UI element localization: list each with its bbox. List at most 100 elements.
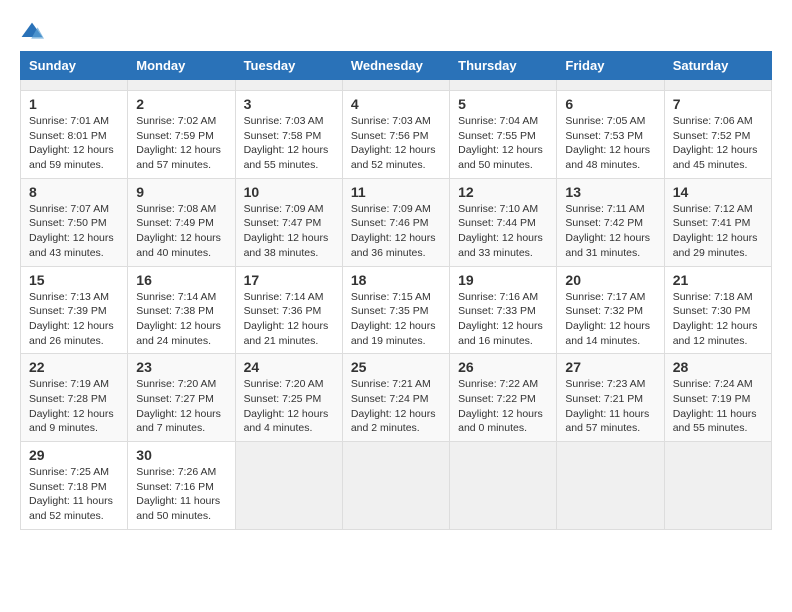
day-info: Sunrise: 7:18 AM Sunset: 7:30 PM Dayligh… xyxy=(673,290,763,349)
weekday-header-row: SundayMondayTuesdayWednesdayThursdayFrid… xyxy=(21,52,772,80)
day-number: 23 xyxy=(136,359,226,375)
calendar-cell: 28 Sunrise: 7:24 AM Sunset: 7:19 PM Dayl… xyxy=(664,354,771,442)
weekday-header-saturday: Saturday xyxy=(664,52,771,80)
logo-icon xyxy=(20,21,44,41)
calendar-cell: 16 Sunrise: 7:14 AM Sunset: 7:38 PM Dayl… xyxy=(128,266,235,354)
calendar-cell: 22 Sunrise: 7:19 AM Sunset: 7:28 PM Dayl… xyxy=(21,354,128,442)
calendar-cell: 23 Sunrise: 7:20 AM Sunset: 7:27 PM Dayl… xyxy=(128,354,235,442)
day-info: Sunrise: 7:14 AM Sunset: 7:38 PM Dayligh… xyxy=(136,290,226,349)
weekday-header-tuesday: Tuesday xyxy=(235,52,342,80)
calendar-cell: 13 Sunrise: 7:11 AM Sunset: 7:42 PM Dayl… xyxy=(557,178,664,266)
day-info: Sunrise: 7:17 AM Sunset: 7:32 PM Dayligh… xyxy=(565,290,655,349)
day-number: 3 xyxy=(244,96,334,112)
calendar-cell xyxy=(235,442,342,530)
calendar-week-row: 29 Sunrise: 7:25 AM Sunset: 7:18 PM Dayl… xyxy=(21,442,772,530)
day-info: Sunrise: 7:14 AM Sunset: 7:36 PM Dayligh… xyxy=(244,290,334,349)
calendar-cell: 8 Sunrise: 7:07 AM Sunset: 7:50 PM Dayli… xyxy=(21,178,128,266)
day-info: Sunrise: 7:15 AM Sunset: 7:35 PM Dayligh… xyxy=(351,290,441,349)
calendar-cell: 2 Sunrise: 7:02 AM Sunset: 7:59 PM Dayli… xyxy=(128,91,235,179)
calendar-cell xyxy=(21,80,128,91)
calendar-table: SundayMondayTuesdayWednesdayThursdayFrid… xyxy=(20,51,772,530)
day-info: Sunrise: 7:07 AM Sunset: 7:50 PM Dayligh… xyxy=(29,202,119,261)
day-info: Sunrise: 7:22 AM Sunset: 7:22 PM Dayligh… xyxy=(458,377,548,436)
calendar-cell: 30 Sunrise: 7:26 AM Sunset: 7:16 PM Dayl… xyxy=(128,442,235,530)
day-info: Sunrise: 7:03 AM Sunset: 7:56 PM Dayligh… xyxy=(351,114,441,173)
day-info: Sunrise: 7:01 AM Sunset: 8:01 PM Dayligh… xyxy=(29,114,119,173)
calendar-cell xyxy=(664,442,771,530)
calendar-cell: 9 Sunrise: 7:08 AM Sunset: 7:49 PM Dayli… xyxy=(128,178,235,266)
day-number: 10 xyxy=(244,184,334,200)
day-number: 22 xyxy=(29,359,119,375)
day-number: 19 xyxy=(458,272,548,288)
day-info: Sunrise: 7:02 AM Sunset: 7:59 PM Dayligh… xyxy=(136,114,226,173)
day-number: 21 xyxy=(673,272,763,288)
calendar-cell xyxy=(450,442,557,530)
day-number: 30 xyxy=(136,447,226,463)
calendar-cell: 24 Sunrise: 7:20 AM Sunset: 7:25 PM Dayl… xyxy=(235,354,342,442)
day-info: Sunrise: 7:09 AM Sunset: 7:47 PM Dayligh… xyxy=(244,202,334,261)
calendar-cell xyxy=(128,80,235,91)
calendar-cell xyxy=(664,80,771,91)
calendar-cell: 20 Sunrise: 7:17 AM Sunset: 7:32 PM Dayl… xyxy=(557,266,664,354)
calendar-week-row xyxy=(21,80,772,91)
calendar-cell: 11 Sunrise: 7:09 AM Sunset: 7:46 PM Dayl… xyxy=(342,178,449,266)
day-info: Sunrise: 7:11 AM Sunset: 7:42 PM Dayligh… xyxy=(565,202,655,261)
day-number: 18 xyxy=(351,272,441,288)
day-number: 28 xyxy=(673,359,763,375)
calendar-cell: 18 Sunrise: 7:15 AM Sunset: 7:35 PM Dayl… xyxy=(342,266,449,354)
day-number: 11 xyxy=(351,184,441,200)
calendar-cell: 6 Sunrise: 7:05 AM Sunset: 7:53 PM Dayli… xyxy=(557,91,664,179)
day-info: Sunrise: 7:09 AM Sunset: 7:46 PM Dayligh… xyxy=(351,202,441,261)
calendar-cell: 3 Sunrise: 7:03 AM Sunset: 7:58 PM Dayli… xyxy=(235,91,342,179)
calendar-week-row: 8 Sunrise: 7:07 AM Sunset: 7:50 PM Dayli… xyxy=(21,178,772,266)
day-number: 14 xyxy=(673,184,763,200)
calendar-cell: 10 Sunrise: 7:09 AM Sunset: 7:47 PM Dayl… xyxy=(235,178,342,266)
day-info: Sunrise: 7:19 AM Sunset: 7:28 PM Dayligh… xyxy=(29,377,119,436)
calendar-cell: 7 Sunrise: 7:06 AM Sunset: 7:52 PM Dayli… xyxy=(664,91,771,179)
day-number: 7 xyxy=(673,96,763,112)
day-number: 12 xyxy=(458,184,548,200)
calendar-cell xyxy=(342,442,449,530)
day-info: Sunrise: 7:26 AM Sunset: 7:16 PM Dayligh… xyxy=(136,465,226,524)
calendar-cell: 4 Sunrise: 7:03 AM Sunset: 7:56 PM Dayli… xyxy=(342,91,449,179)
weekday-header-friday: Friday xyxy=(557,52,664,80)
day-info: Sunrise: 7:21 AM Sunset: 7:24 PM Dayligh… xyxy=(351,377,441,436)
calendar-cell: 19 Sunrise: 7:16 AM Sunset: 7:33 PM Dayl… xyxy=(450,266,557,354)
calendar-week-row: 1 Sunrise: 7:01 AM Sunset: 8:01 PM Dayli… xyxy=(21,91,772,179)
calendar-body: 1 Sunrise: 7:01 AM Sunset: 8:01 PM Dayli… xyxy=(21,80,772,530)
day-info: Sunrise: 7:13 AM Sunset: 7:39 PM Dayligh… xyxy=(29,290,119,349)
day-info: Sunrise: 7:25 AM Sunset: 7:18 PM Dayligh… xyxy=(29,465,119,524)
calendar-week-row: 15 Sunrise: 7:13 AM Sunset: 7:39 PM Dayl… xyxy=(21,266,772,354)
calendar-cell: 14 Sunrise: 7:12 AM Sunset: 7:41 PM Dayl… xyxy=(664,178,771,266)
weekday-header-monday: Monday xyxy=(128,52,235,80)
calendar-cell: 5 Sunrise: 7:04 AM Sunset: 7:55 PM Dayli… xyxy=(450,91,557,179)
day-info: Sunrise: 7:10 AM Sunset: 7:44 PM Dayligh… xyxy=(458,202,548,261)
weekday-header-sunday: Sunday xyxy=(21,52,128,80)
day-number: 17 xyxy=(244,272,334,288)
day-info: Sunrise: 7:06 AM Sunset: 7:52 PM Dayligh… xyxy=(673,114,763,173)
calendar-cell xyxy=(557,442,664,530)
calendar-cell: 1 Sunrise: 7:01 AM Sunset: 8:01 PM Dayli… xyxy=(21,91,128,179)
day-number: 29 xyxy=(29,447,119,463)
day-number: 6 xyxy=(565,96,655,112)
day-number: 27 xyxy=(565,359,655,375)
calendar-cell: 27 Sunrise: 7:23 AM Sunset: 7:21 PM Dayl… xyxy=(557,354,664,442)
calendar-cell: 29 Sunrise: 7:25 AM Sunset: 7:18 PM Dayl… xyxy=(21,442,128,530)
day-number: 16 xyxy=(136,272,226,288)
calendar-cell: 15 Sunrise: 7:13 AM Sunset: 7:39 PM Dayl… xyxy=(21,266,128,354)
page-header xyxy=(20,20,772,41)
day-number: 20 xyxy=(565,272,655,288)
day-info: Sunrise: 7:16 AM Sunset: 7:33 PM Dayligh… xyxy=(458,290,548,349)
day-number: 5 xyxy=(458,96,548,112)
day-number: 26 xyxy=(458,359,548,375)
day-info: Sunrise: 7:04 AM Sunset: 7:55 PM Dayligh… xyxy=(458,114,548,173)
weekday-header-thursday: Thursday xyxy=(450,52,557,80)
day-number: 8 xyxy=(29,184,119,200)
day-info: Sunrise: 7:20 AM Sunset: 7:27 PM Dayligh… xyxy=(136,377,226,436)
day-info: Sunrise: 7:20 AM Sunset: 7:25 PM Dayligh… xyxy=(244,377,334,436)
calendar-cell xyxy=(557,80,664,91)
calendar-cell: 21 Sunrise: 7:18 AM Sunset: 7:30 PM Dayl… xyxy=(664,266,771,354)
weekday-header-wednesday: Wednesday xyxy=(342,52,449,80)
calendar-cell: 17 Sunrise: 7:14 AM Sunset: 7:36 PM Dayl… xyxy=(235,266,342,354)
day-number: 15 xyxy=(29,272,119,288)
